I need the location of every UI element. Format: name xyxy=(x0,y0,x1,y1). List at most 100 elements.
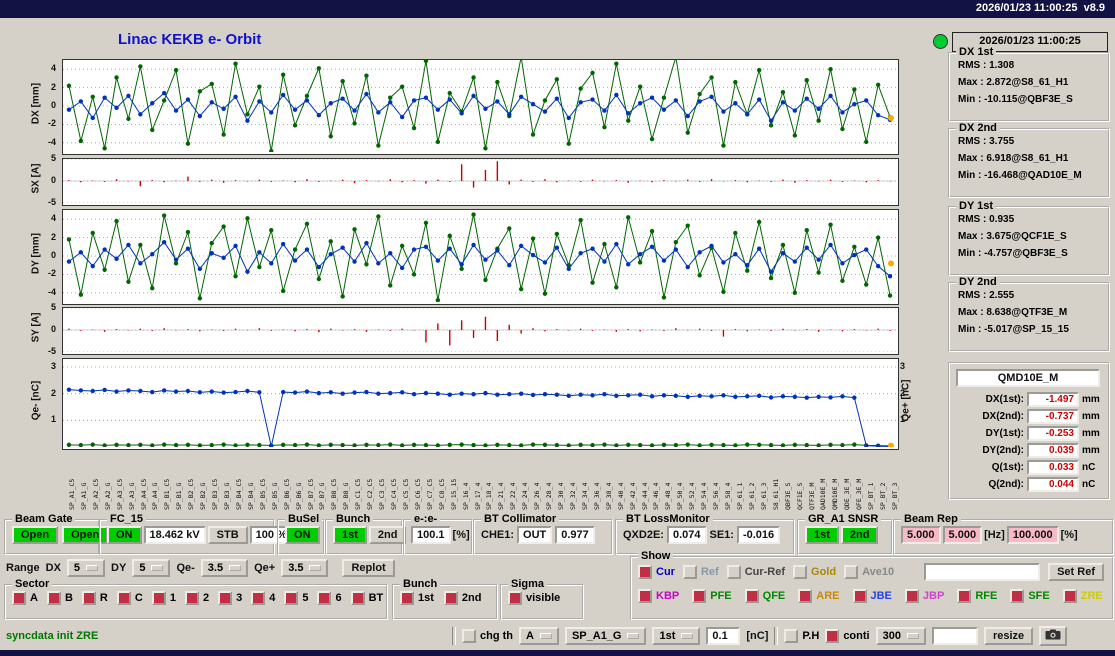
checkbox[interactable] xyxy=(284,591,299,605)
sector-toggle-c[interactable]: C xyxy=(116,591,143,605)
sector-toggle-2[interactable]: 2 xyxy=(184,591,209,605)
bpm-select-dropdown[interactable]: SP_A1_G xyxy=(564,627,647,645)
bunch-2nd-button[interactable]: 2nd xyxy=(368,526,407,544)
show-overlay-toggle-zre[interactable]: ZRE xyxy=(1062,589,1103,603)
show-toggle-cur[interactable]: Cur xyxy=(638,565,675,579)
sector-toggle-label: 5 xyxy=(302,592,309,604)
che1-state-field[interactable]: OUT xyxy=(517,526,553,544)
checkbox[interactable] xyxy=(462,629,476,643)
show-overlay-toggle-pfe[interactable]: PFE xyxy=(692,589,732,603)
checkbox[interactable] xyxy=(784,629,799,643)
option-menu-dash xyxy=(627,633,640,639)
checkbox[interactable] xyxy=(116,591,131,605)
checkbox[interactable] xyxy=(443,591,458,605)
sector-toggle-a[interactable]: A xyxy=(12,591,38,605)
checkbox[interactable] xyxy=(726,565,741,579)
bunch-toggle-1st[interactable]: 1st xyxy=(400,591,434,605)
checkbox[interactable] xyxy=(1010,589,1025,603)
sector-toggle-bt[interactable]: BT xyxy=(350,591,383,605)
checkbox[interactable] xyxy=(350,591,365,605)
checkbox[interactable] xyxy=(825,629,840,643)
sector-toggle-6[interactable]: 6 xyxy=(317,591,342,605)
range-qep-dropdown[interactable]: 3.5 xyxy=(281,559,329,577)
busel-on-button[interactable]: ON xyxy=(285,526,320,544)
checkbox[interactable] xyxy=(508,591,522,605)
replot-button[interactable]: Replot xyxy=(342,559,395,577)
bunch-1st-button[interactable]: 1st xyxy=(333,526,367,544)
show-toggle-cur-ref[interactable]: Cur-Ref xyxy=(726,565,785,579)
show-toggle-ave10[interactable]: Ave10 xyxy=(844,565,894,579)
checkbox[interactable] xyxy=(744,589,759,603)
stats-dy-2nd: DY 2nd RMS : 2.555 Max : 8.638@QTF3E_M M… xyxy=(948,276,1110,352)
se1-field[interactable]: -0.016 xyxy=(736,526,781,544)
checkbox[interactable] xyxy=(852,589,867,603)
sector-select-dropdown[interactable]: A xyxy=(519,627,559,645)
sector-toggle-1[interactable]: 1 xyxy=(151,591,176,605)
beam-rep-field-2[interactable]: 5.000 xyxy=(942,526,983,544)
show-overlay-toggle-jbp[interactable]: JBP xyxy=(904,589,944,603)
checkbox[interactable] xyxy=(317,591,332,605)
checkbox[interactable] xyxy=(184,591,199,605)
checkbox[interactable] xyxy=(12,591,26,605)
checkbox[interactable] xyxy=(151,591,166,605)
fc15-stb-button[interactable]: STB xyxy=(207,526,248,544)
show-toggle-ref[interactable]: Ref xyxy=(682,565,719,579)
show-overlay-toggle-rfe[interactable]: RFE xyxy=(957,589,997,603)
chg-th-toggle[interactable]: chg th xyxy=(462,629,513,643)
resize-button[interactable]: resize xyxy=(983,627,1034,645)
range-qem-dropdown[interactable]: 3.5 xyxy=(200,559,249,577)
beam-rep-field-3[interactable]: 100.000 xyxy=(1006,526,1059,544)
checkbox[interactable] xyxy=(793,565,808,579)
show-overlay-toggle-are[interactable]: ARE xyxy=(798,589,840,603)
che1-value-field[interactable]: 0.977 xyxy=(555,526,595,544)
divider xyxy=(452,627,456,645)
beam-rep-field-1[interactable]: 5.000 xyxy=(901,526,941,544)
spare-input[interactable] xyxy=(931,627,978,645)
fc15-on-button[interactable]: ON xyxy=(107,526,142,544)
checkbox[interactable] xyxy=(638,589,652,603)
show-overlay-toggle-qfe[interactable]: QFE xyxy=(744,589,785,603)
checkbox[interactable] xyxy=(251,591,266,605)
snsr-1st-button[interactable]: 1st xyxy=(805,526,839,544)
conti-toggle[interactable]: conti xyxy=(825,629,870,643)
fc15-kv-field[interactable]: 18.462 kV xyxy=(143,526,206,544)
show-overlay-toggle-sfe[interactable]: SFE xyxy=(1010,589,1050,603)
bunch-toggle-2nd[interactable]: 2nd xyxy=(443,591,481,605)
checkbox[interactable] xyxy=(638,565,652,579)
range-dy-dropdown[interactable]: 5 xyxy=(132,559,171,577)
snapshot-button[interactable] xyxy=(1039,626,1068,646)
bunch-select-dropdown[interactable]: 1st xyxy=(652,627,701,645)
range-dx-dropdown[interactable]: 5 xyxy=(66,559,106,577)
show-overlay-toggle-jbe[interactable]: JBE xyxy=(852,589,892,603)
checkbox[interactable] xyxy=(904,589,919,603)
checkbox[interactable] xyxy=(81,591,96,605)
y-tick-label: 0 xyxy=(50,250,56,260)
sigma-toggle-visible[interactable]: visible xyxy=(508,591,560,605)
ph-toggle[interactable]: P.H xyxy=(784,629,819,643)
sector-toggle-5[interactable]: 5 xyxy=(284,591,308,605)
checkbox[interactable] xyxy=(400,591,414,605)
sector-toggle-b[interactable]: B xyxy=(46,591,73,605)
snsr-2nd-button[interactable]: 2nd xyxy=(840,526,879,544)
show-toggle-gold[interactable]: Gold xyxy=(793,565,836,579)
ref-file-input[interactable] xyxy=(924,563,1041,581)
sector-toggle-r[interactable]: R xyxy=(81,591,108,605)
set-ref-button[interactable]: Set Ref xyxy=(1048,563,1104,581)
checkbox[interactable] xyxy=(1062,589,1077,603)
beam-gate-open-1-button[interactable]: Open xyxy=(12,526,59,544)
monitor-panel: QMD10E_M DX(1st): -1.497 mm DX(2nd): -0.737 m… xyxy=(948,362,1110,500)
qxd2e-field[interactable]: 0.074 xyxy=(666,526,707,544)
checkbox[interactable] xyxy=(682,565,697,579)
checkbox[interactable] xyxy=(844,565,859,579)
count-dropdown[interactable]: 300 xyxy=(875,627,926,645)
threshold-input[interactable] xyxy=(706,627,741,645)
show-overlay-toggle-kbp[interactable]: KBP xyxy=(638,589,679,603)
sector-toggle-3[interactable]: 3 xyxy=(218,591,242,605)
sector-toggle-4[interactable]: 4 xyxy=(251,591,275,605)
checkbox[interactable] xyxy=(957,589,972,603)
checkbox[interactable] xyxy=(218,591,233,605)
checkbox[interactable] xyxy=(692,589,707,603)
ee-ratio-field[interactable]: 100.1 xyxy=(411,526,451,544)
checkbox[interactable] xyxy=(46,591,61,605)
checkbox[interactable] xyxy=(798,589,813,603)
